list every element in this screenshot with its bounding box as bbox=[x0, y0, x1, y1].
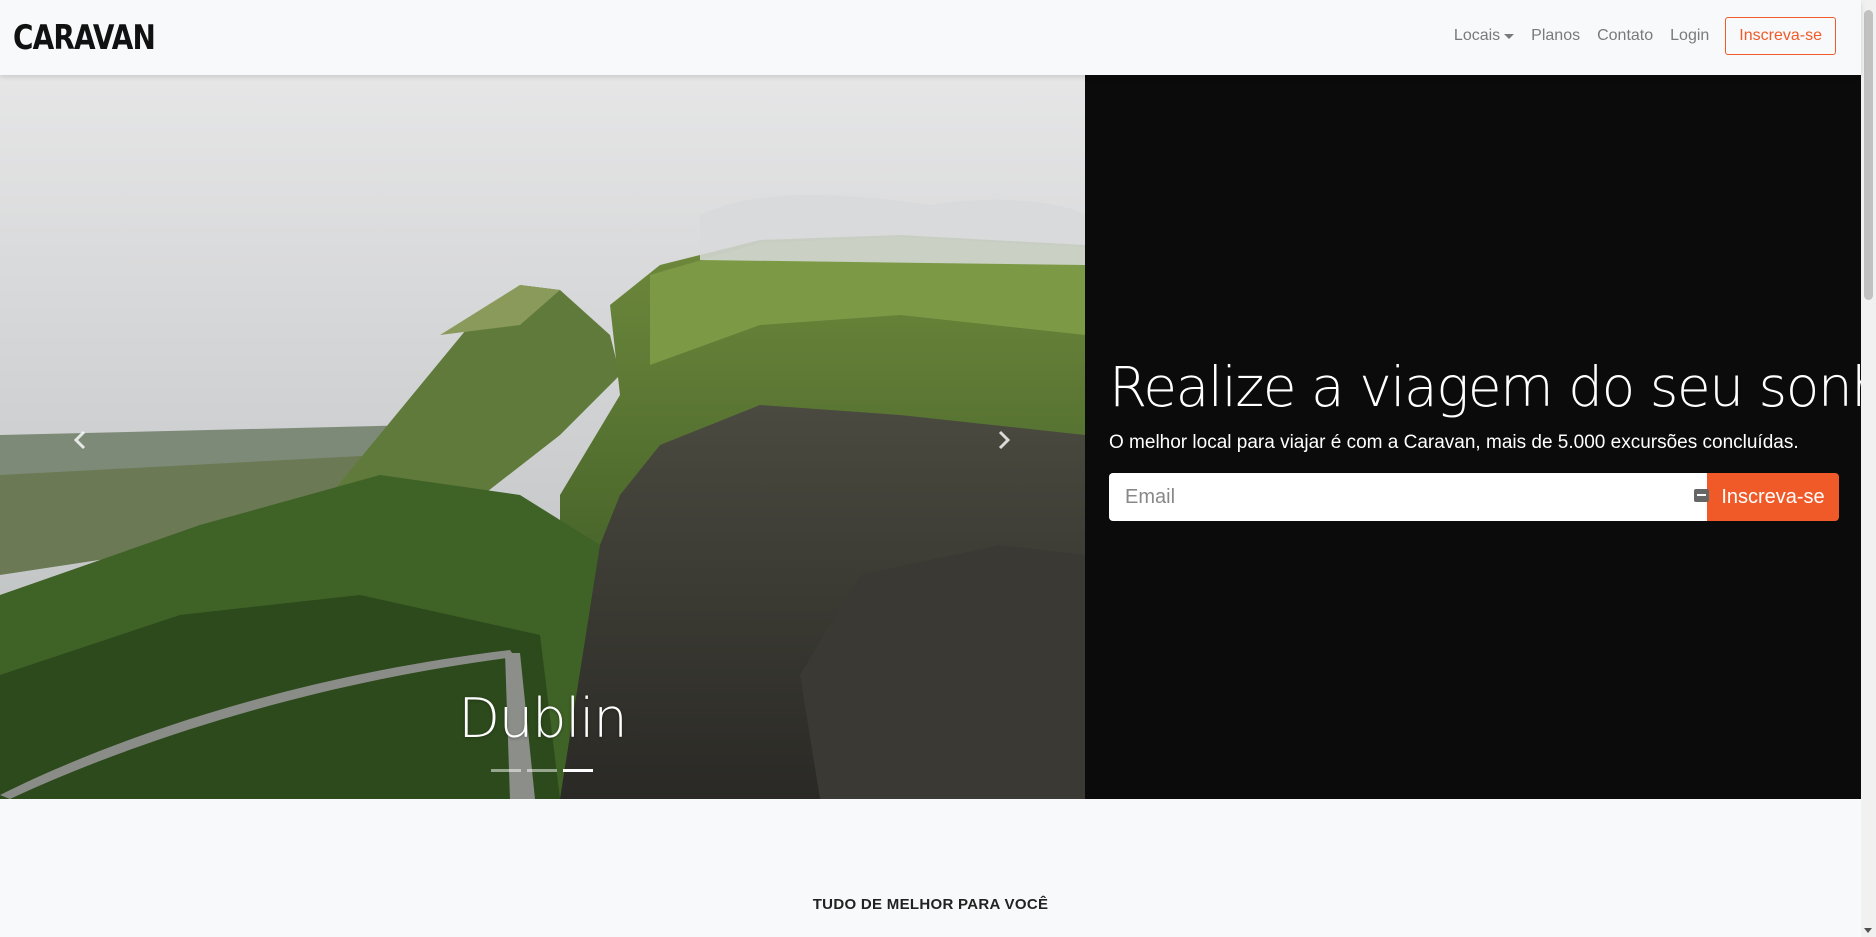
email-field[interactable] bbox=[1109, 473, 1707, 521]
scroll-down-icon[interactable] bbox=[1864, 928, 1872, 933]
nav-login[interactable]: Login bbox=[1670, 27, 1709, 45]
chevron-left-icon bbox=[73, 430, 86, 450]
nav-signup-button[interactable]: Inscreva-se bbox=[1725, 17, 1836, 55]
nav-locais-label: Locais bbox=[1453, 27, 1501, 44]
navbar: CARAVAN Locais Planos Contato Login Insc… bbox=[0, 0, 1861, 75]
signup-form: Inscreva-se bbox=[1109, 473, 1839, 521]
autofill-icon[interactable] bbox=[1694, 489, 1709, 502]
carousel-prev-button[interactable] bbox=[50, 420, 110, 460]
carousel-indicators bbox=[491, 769, 599, 772]
caret-down-icon bbox=[1504, 33, 1515, 39]
chevron-right-icon bbox=[998, 430, 1011, 450]
nav-contato[interactable]: Contato bbox=[1597, 27, 1653, 45]
section-heading: TUDO DE MELHOR PARA VOCÊ bbox=[812, 896, 1049, 913]
hero-panel: Realize a viagem do seu sonho O melhor l… bbox=[1085, 75, 1876, 799]
hero-carousel: Dublin bbox=[0, 75, 1085, 799]
carousel-next-button[interactable] bbox=[974, 420, 1034, 460]
nav-locais-dropdown[interactable]: Locais bbox=[1453, 27, 1515, 45]
nav-links: Locais Planos Contato Login Inscreva-se bbox=[1437, 17, 1836, 55]
hero-subtitle: O melhor local para viajar é com a Carav… bbox=[1109, 432, 1799, 453]
scroll-thumb[interactable] bbox=[1864, 10, 1873, 300]
nav-planos[interactable]: Planos bbox=[1531, 27, 1580, 45]
carousel-indicator-1[interactable] bbox=[491, 769, 521, 772]
carousel-caption: Dublin bbox=[458, 687, 627, 750]
hero-title: Realize a viagem do seu sonho bbox=[1109, 355, 1876, 419]
page-scrollbar[interactable] bbox=[1861, 0, 1876, 937]
carousel-indicator-3[interactable] bbox=[563, 769, 593, 772]
carousel-indicator-2[interactable] bbox=[527, 769, 557, 772]
brand-logo[interactable]: CARAVAN bbox=[13, 14, 156, 62]
signup-submit-button[interactable]: Inscreva-se bbox=[1707, 473, 1839, 521]
